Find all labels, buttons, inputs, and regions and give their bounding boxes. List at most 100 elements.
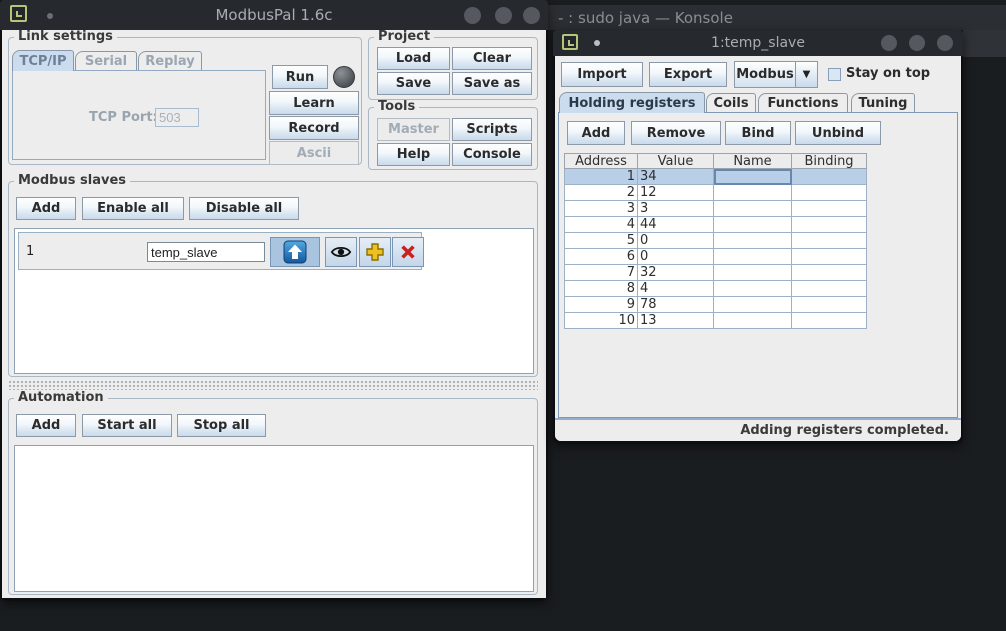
load-button[interactable]: Load (377, 47, 450, 70)
register-cell-name[interactable] (714, 169, 792, 185)
tab-coils[interactable]: Coils (706, 93, 756, 113)
tab-functions[interactable]: Functions (758, 93, 848, 113)
tab-holding-registers[interactable]: Holding registers (559, 92, 705, 113)
record-button[interactable]: Record (269, 116, 359, 140)
register-row[interactable]: 212 (564, 185, 867, 201)
help-button[interactable]: Help (377, 143, 450, 166)
console-button[interactable]: Console (452, 143, 532, 166)
register-cell-value[interactable]: 13 (638, 313, 714, 329)
column-header-binding[interactable]: Binding (792, 153, 867, 169)
register-cell-name[interactable] (714, 281, 792, 297)
register-cell-name[interactable] (714, 185, 792, 201)
register-cell-binding[interactable] (792, 281, 867, 297)
run-button[interactable]: Run (272, 65, 328, 89)
register-unbind-button[interactable]: Unbind (795, 121, 881, 145)
tab-tuning[interactable]: Tuning (851, 93, 915, 113)
register-cell-address[interactable]: 3 (564, 201, 638, 217)
slave-enable-toggle-button[interactable] (270, 237, 320, 267)
register-cell-address[interactable]: 7 (564, 265, 638, 281)
register-cell-name[interactable] (714, 233, 792, 249)
clear-button[interactable]: Clear (452, 47, 532, 70)
register-cell-binding[interactable] (792, 185, 867, 201)
stop-all-button[interactable]: Stop all (177, 414, 266, 437)
register-row[interactable]: 978 (564, 297, 867, 313)
register-cell-address[interactable]: 5 (564, 233, 638, 249)
tab-replay[interactable]: Replay (138, 51, 202, 71)
enable-all-button[interactable]: Enable all (82, 197, 184, 220)
splitpane-divider[interactable] (8, 380, 538, 390)
learn-button[interactable]: Learn (269, 91, 359, 115)
register-row[interactable]: 84 (564, 281, 867, 297)
register-cell-value[interactable]: 3 (638, 201, 714, 217)
slave-row[interactable]: 1 (18, 232, 422, 270)
register-cell-address[interactable]: 1 (564, 169, 638, 185)
slave-name-input[interactable] (147, 242, 265, 262)
register-cell-binding[interactable] (792, 233, 867, 249)
save-button[interactable]: Save (377, 72, 450, 95)
register-cell-address[interactable]: 6 (564, 249, 638, 265)
scripts-button[interactable]: Scripts (452, 118, 532, 141)
register-cell-binding[interactable] (792, 249, 867, 265)
tcp-port-input[interactable] (155, 108, 199, 127)
register-cell-address[interactable]: 2 (564, 185, 638, 201)
register-row[interactable]: 60 (564, 249, 867, 265)
register-cell-binding[interactable] (792, 169, 867, 185)
close-button[interactable] (523, 7, 540, 24)
register-bind-button[interactable]: Bind (725, 121, 791, 145)
register-cell-name[interactable] (714, 265, 792, 281)
register-cell-value[interactable]: 34 (638, 169, 714, 185)
start-all-button[interactable]: Start all (82, 414, 172, 437)
register-cell-address[interactable]: 4 (564, 217, 638, 233)
register-cell-address[interactable]: 9 (564, 297, 638, 313)
save-as-button[interactable]: Save as (452, 72, 532, 95)
slave-add-button[interactable]: Add (16, 197, 76, 220)
register-cell-name[interactable] (714, 313, 792, 329)
register-cell-binding[interactable] (792, 265, 867, 281)
register-cell-binding[interactable] (792, 313, 867, 329)
export-button[interactable]: Export (649, 62, 727, 87)
tab-serial[interactable]: Serial (75, 51, 137, 71)
stay-on-top-checkbox[interactable] (828, 68, 841, 81)
register-cell-name[interactable] (714, 217, 792, 233)
register-cell-address[interactable]: 10 (564, 313, 638, 329)
modbuspal-titlebar[interactable]: ModbusPal 1.6c (0, 0, 548, 30)
register-row[interactable]: 732 (564, 265, 867, 281)
register-cell-address[interactable]: 8 (564, 281, 638, 297)
column-header-value[interactable]: Value (638, 153, 714, 169)
register-row[interactable]: 1013 (564, 313, 867, 329)
register-cell-value[interactable]: 4 (638, 281, 714, 297)
slave-delete-button[interactable] (392, 237, 424, 267)
registers-table-header[interactable]: AddressValueNameBinding (564, 153, 867, 169)
register-add-button[interactable]: Add (567, 121, 625, 145)
register-cell-binding[interactable] (792, 217, 867, 233)
register-cell-value[interactable]: 12 (638, 185, 714, 201)
register-cell-binding[interactable] (792, 297, 867, 313)
register-remove-button[interactable]: Remove (631, 121, 721, 145)
register-row[interactable]: 444 (564, 217, 867, 233)
register-row[interactable]: 33 (564, 201, 867, 217)
disable-all-button[interactable]: Disable all (189, 197, 299, 220)
maximize-button[interactable] (495, 7, 512, 24)
register-cell-name[interactable] (714, 297, 792, 313)
automation-add-button[interactable]: Add (16, 414, 76, 437)
minimize-button[interactable] (464, 7, 481, 24)
column-header-name[interactable]: Name (714, 153, 792, 169)
binding-type-combobox[interactable]: Modbus (734, 61, 796, 88)
register-cell-name[interactable] (714, 249, 792, 265)
close-button[interactable] (937, 35, 953, 51)
import-button[interactable]: Import (561, 62, 643, 87)
register-cell-value[interactable]: 44 (638, 217, 714, 233)
slave-window-titlebar[interactable]: 1:temp_slave (553, 30, 963, 56)
slave-view-button[interactable] (325, 237, 357, 267)
register-cell-binding[interactable] (792, 201, 867, 217)
register-row[interactable]: 134 (564, 169, 867, 185)
register-cell-value[interactable]: 0 (638, 249, 714, 265)
maximize-button[interactable] (909, 35, 925, 51)
register-cell-name[interactable] (714, 201, 792, 217)
column-header-address[interactable]: Address (564, 153, 638, 169)
register-cell-value[interactable]: 0 (638, 233, 714, 249)
register-cell-value[interactable]: 32 (638, 265, 714, 281)
tab-tcpip[interactable]: TCP/IP (12, 50, 74, 71)
minimize-button[interactable] (881, 35, 897, 51)
slave-duplicate-button[interactable] (359, 237, 391, 267)
